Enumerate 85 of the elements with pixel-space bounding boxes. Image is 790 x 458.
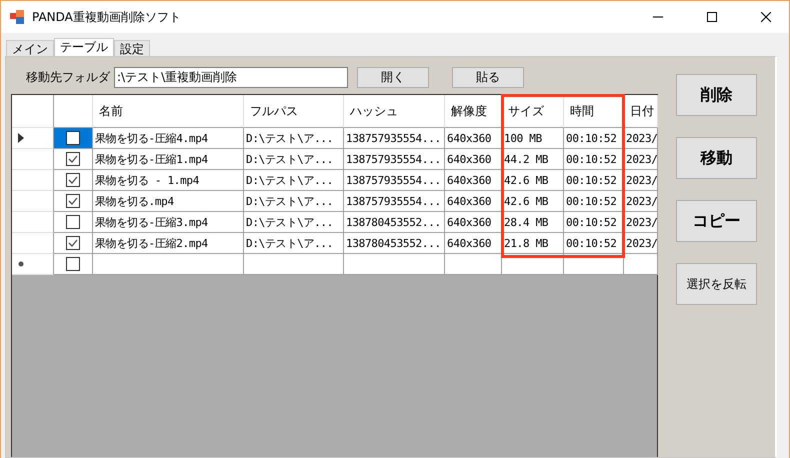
table-cell: D:\テスト\ア...: [244, 170, 344, 191]
table-cell: D:\テスト\ア...: [244, 128, 344, 149]
table-cell: 00:10:52: [564, 212, 624, 233]
table-cell: 2023/: [624, 149, 658, 170]
table-cell: 00:10:52: [564, 128, 624, 149]
folder-label: 移動先フォルダ: [26, 69, 112, 86]
action-button[interactable]: 削除: [676, 74, 757, 116]
checkbox-cell[interactable]: [54, 128, 93, 149]
table-cell: 2023/: [624, 170, 658, 191]
table-cell: 100 MB: [502, 128, 564, 149]
table-cell: 640x360: [445, 149, 502, 170]
check-icon: [67, 195, 79, 207]
table-cell: 42.6 MB: [502, 170, 564, 191]
table-cell: 2023/: [624, 128, 658, 149]
table-cell: 640x360: [445, 212, 502, 233]
table-cell: 果物を切る-圧縮2.mp4: [93, 233, 244, 254]
close-icon: [761, 12, 771, 22]
tab[interactable]: 設定: [114, 40, 150, 56]
column-header[interactable]: ハッシュ: [344, 95, 445, 128]
checkbox[interactable]: [66, 173, 80, 187]
checkbox-cell[interactable]: [54, 233, 93, 254]
table-cell: 果物を切る-圧縮4.mp4: [93, 128, 244, 149]
checkbox-cell[interactable]: [54, 254, 93, 275]
check-icon: [67, 174, 79, 186]
checkbox[interactable]: [66, 131, 80, 145]
column-header[interactable]: 日付: [624, 95, 658, 128]
checkbox-cell[interactable]: [54, 170, 93, 191]
action-button[interactable]: コピー: [676, 200, 757, 242]
table-cell: 138780453552...: [344, 212, 445, 233]
window-title: PANDA重複動画削除ソフト: [32, 8, 182, 26]
table-cell: 640x360: [445, 191, 502, 212]
table-cell: D:\テスト\ア...: [244, 191, 344, 212]
column-header[interactable]: 名前: [93, 95, 244, 128]
table-cell: 138757935554...: [344, 191, 445, 212]
row-header[interactable]: [12, 128, 54, 149]
table-cell: 21.8 MB: [502, 233, 564, 254]
checkbox[interactable]: [66, 194, 80, 208]
table-cell: 果物を切る - 1.mp4: [93, 170, 244, 191]
check-icon: [67, 153, 79, 165]
table-cell: 00:10:52: [564, 191, 624, 212]
table-cell: D:\テスト\ア...: [244, 212, 344, 233]
folder-button[interactable]: 開く: [357, 67, 429, 88]
table-cell: 果物を切る.mp4: [93, 191, 244, 212]
checkbox[interactable]: [66, 236, 80, 250]
folder-button[interactable]: 貼る: [452, 67, 524, 88]
column-header[interactable]: フルパス: [244, 95, 344, 128]
app-icon: [10, 10, 24, 24]
table-cell: 00:10:52: [564, 149, 624, 170]
folder-field[interactable]: :\テスト\重複動画削除: [114, 67, 348, 88]
tab[interactable]: テーブル: [54, 38, 114, 56]
table-cell: D:\テスト\ア...: [244, 149, 344, 170]
table-cell: 果物を切る-圧縮1.mp4: [93, 149, 244, 170]
table-cell: 138757935554...: [344, 170, 445, 191]
column-header[interactable]: サイズ: [502, 95, 564, 128]
table-cell: 138780453552...: [344, 233, 445, 254]
checkbox-cell[interactable]: [54, 212, 93, 233]
table-cell: 640x360: [445, 233, 502, 254]
table-cell: 640x360: [445, 170, 502, 191]
table-cell: 138757935554...: [344, 128, 445, 149]
checkbox-cell[interactable]: [54, 149, 93, 170]
check-icon: [67, 237, 79, 249]
checkbox[interactable]: [66, 257, 80, 271]
table-cell: 2023/: [624, 233, 658, 254]
table-cell: 00:10:52: [564, 233, 624, 254]
new-row-icon: [18, 261, 24, 267]
action-button[interactable]: 選択を反転: [676, 263, 757, 305]
maximize-icon: [707, 12, 717, 22]
table-cell: 果物を切る-圧縮3.mp4: [93, 212, 244, 233]
tab[interactable]: メイン: [6, 40, 54, 56]
column-header[interactable]: 時間: [564, 95, 624, 128]
checkbox[interactable]: [66, 152, 80, 166]
table-cell: 640x360: [445, 128, 502, 149]
current-row-icon: [18, 133, 24, 143]
column-header[interactable]: 解像度: [445, 95, 502, 128]
table-cell: D:\テスト\ア...: [244, 233, 344, 254]
table-cell: 2023/: [624, 191, 658, 212]
table-cell: 2023/: [624, 212, 658, 233]
table-cell: 42.6 MB: [502, 191, 564, 212]
action-button[interactable]: 移動: [676, 137, 757, 179]
table-cell: 138757935554...: [344, 149, 445, 170]
table-cell: 00:10:52: [564, 170, 624, 191]
checkbox-cell[interactable]: [54, 191, 93, 212]
checkbox[interactable]: [66, 215, 80, 229]
table-cell: 44.2 MB: [502, 149, 564, 170]
table-cell: 28.4 MB: [502, 212, 564, 233]
